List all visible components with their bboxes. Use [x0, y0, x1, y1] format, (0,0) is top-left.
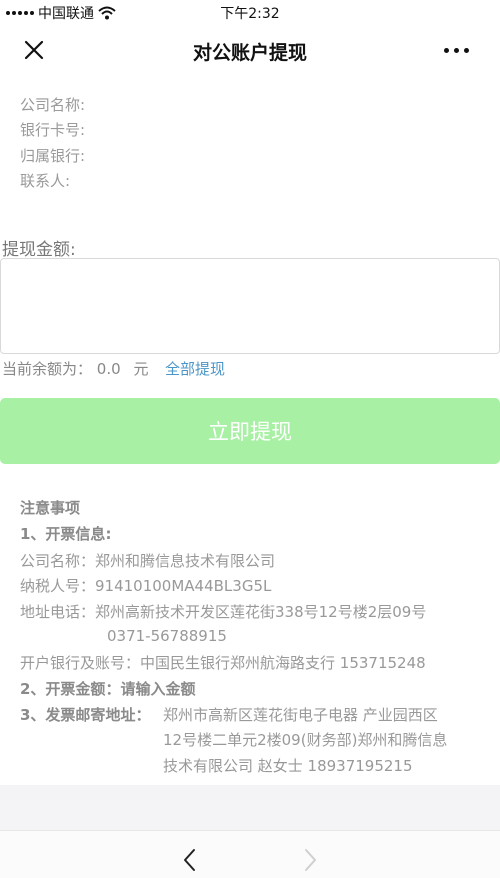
amount-input[interactable]	[0, 258, 500, 354]
contact-label: 联系人:	[20, 172, 71, 190]
invoice-tax-id: 纳税人号：91410100MA44BL3G5L	[20, 577, 272, 595]
invoice-amount: 2、开票金额：请输入金额	[20, 680, 196, 698]
withdraw-all-link[interactable]: 全部提现	[165, 358, 225, 379]
invoice-address-phone: 地址电话：郑州高新技术开发区莲花街338号12号楼2层09号	[20, 603, 427, 621]
mail-address-label: 3、发票邮寄地址：	[20, 706, 151, 724]
invoice-company: 公司名称：郑州和腾信息技术有限公司	[20, 552, 276, 570]
chevron-right-icon	[305, 849, 316, 871]
amount-label: 提现金额:	[2, 240, 76, 260]
bank-name-label: 归属银行:	[20, 147, 86, 165]
status-time: 下午2:32	[220, 6, 280, 22]
balance-label: 当前余额为：	[2, 360, 93, 378]
page-title: 对公账户提现	[192, 42, 307, 64]
invoice-bank-account: 开户银行及账号：中国民生银行郑州航海路支行 153715248	[20, 654, 426, 672]
company-name-label: 公司名称:	[20, 96, 86, 114]
footer-spacer	[0, 785, 500, 830]
invoice-phone: 0371-56788915	[107, 627, 227, 645]
chevron-left-icon[interactable]	[180, 846, 200, 874]
invoice-info-title: 1、开票信息:	[20, 525, 112, 543]
bank-card-label: 银行卡号:	[20, 121, 86, 139]
mail-address-line1: 郑州市高新区莲花街电子电器 产业园西区	[163, 706, 438, 724]
bottom-toolbar	[0, 830, 500, 878]
balance-value: 0.0	[96, 360, 121, 378]
balance-unit: 元	[133, 360, 149, 378]
balance-line: 当前余额为： 0.0 元	[2, 358, 148, 379]
mail-address-line3: 技术有限公司 赵女士 18937195215	[163, 757, 413, 775]
more-icon[interactable]	[444, 40, 478, 60]
notes-title: 注意事项	[20, 499, 81, 517]
mail-address-line2: 12号楼二单元2楼09(财务部)郑州和腾信息	[163, 731, 448, 749]
submit-withdraw-button[interactable]: 立即提现	[0, 398, 500, 464]
